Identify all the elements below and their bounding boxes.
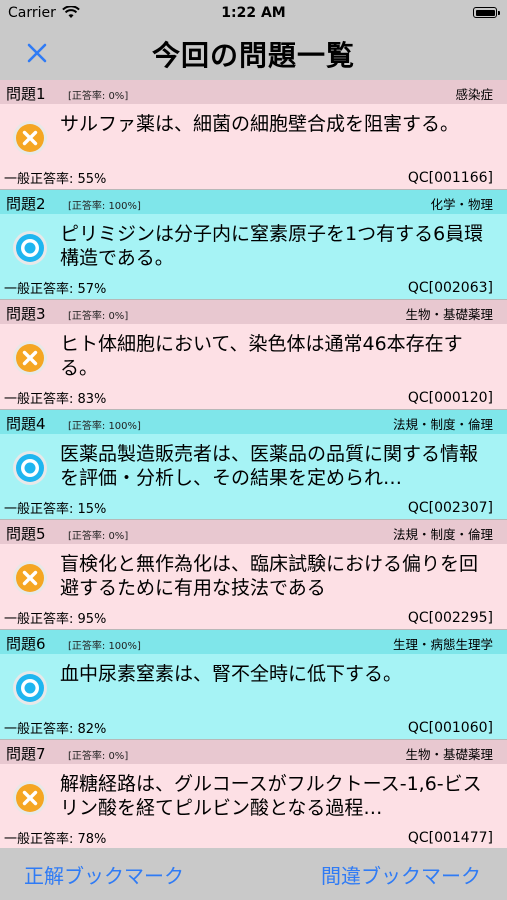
question-text: ヒト体細胞において、染色体は通常46本存在する。 — [60, 333, 463, 379]
question-category: 法規・制度・倫理 — [392, 417, 493, 432]
my-correct-rate: [正答率: 0%] — [68, 91, 129, 102]
my-correct-rate: [正答率: 0%] — [68, 531, 129, 542]
cross-circle-icon — [12, 560, 48, 596]
question-header: 問題5 [正答率: 0%] 法規・制度・倫理 — [0, 520, 507, 544]
cross-circle-icon — [12, 340, 48, 376]
question-header: 問題2 [正答率: 100%] 化学・物理 — [0, 190, 507, 214]
question-category: 化学・物理 — [430, 197, 493, 212]
question-number: 問題1 — [6, 85, 46, 103]
question-text: 血中尿素窒素は、腎不全時に低下する。 — [60, 663, 403, 685]
ring-circle-icon — [12, 230, 48, 266]
question-row[interactable]: 問題2 [正答率: 100%] 化学・物理ピリミジンは分子内に窒素原子を1つ有する6… — [0, 190, 507, 300]
cross-circle-icon — [12, 780, 48, 816]
question-text: 医薬品製造販売者は、医薬品の品質に関する情報を評価・分析し、その結果を定められ… — [60, 443, 479, 489]
my-correct-rate: [正答率: 0%] — [68, 751, 129, 762]
question-code: QC[001477] — [407, 830, 493, 846]
question-code: QC[002307] — [407, 500, 493, 516]
general-correct-rate: 一般正答率: 55% — [4, 172, 107, 187]
question-code: QC[002295] — [407, 610, 493, 626]
cross-circle-icon — [12, 120, 48, 156]
question-code: QC[000120] — [407, 390, 493, 406]
question-row[interactable]: 問題4 [正答率: 100%] 法規・制度・倫理医薬品製造販売者は、医薬品の品質に関… — [0, 410, 507, 520]
general-correct-rate: 一般正答率: 82% — [4, 722, 107, 737]
general-correct-rate: 一般正答率: 57% — [4, 282, 107, 297]
clock: 1:22 AM — [221, 5, 286, 21]
question-number: 問題5 — [6, 525, 46, 543]
status-bar: Carrier 1:22 AM — [0, 0, 507, 26]
my-correct-rate: [正答率: 0%] — [68, 311, 129, 322]
ring-circle-icon — [12, 450, 48, 486]
question-header: 問題1 [正答率: 0%] 感染症 — [0, 80, 507, 104]
general-correct-rate: 一般正答率: 83% — [4, 392, 107, 407]
question-code: QC[002063] — [407, 280, 493, 296]
question-header: 問題4 [正答率: 100%] 法規・制度・倫理 — [0, 410, 507, 434]
question-text: サルファ薬は、細菌の細胞壁合成を阻害する。 — [60, 113, 460, 135]
question-text: 盲検化と無作為化は、臨床試験における偏りを回避するために有用な技法である — [60, 553, 479, 599]
question-code: QC[001166] — [407, 170, 493, 186]
question-row[interactable]: 問題3 [正答率: 0%] 生物・基礎薬理ヒト体細胞において、染色体は通常46本存在… — [0, 300, 507, 410]
correct-bookmark-button[interactable]: 正解ブックマーク — [24, 860, 184, 889]
bottom-toolbar: 正解ブックマーク 間違ブックマーク — [0, 848, 507, 900]
question-code: QC[001060] — [407, 720, 493, 736]
question-header: 問題7 [正答率: 0%] 生物・基礎薬理 — [0, 740, 507, 764]
general-correct-rate: 一般正答率: 78% — [4, 832, 107, 847]
question-number: 問題4 — [6, 415, 46, 433]
my-correct-rate: [正答率: 100%] — [68, 201, 141, 212]
question-number: 問題7 — [6, 745, 46, 763]
question-text: 解糖経路は、グルコースがフルクトース-1,6-ビスリン酸を経てピルビン酸となる過… — [60, 773, 482, 819]
nav-bar: 今回の問題一覧 — [0, 26, 507, 80]
general-correct-rate: 一般正答率: 95% — [4, 612, 107, 627]
question-list[interactable]: 問題1 [正答率: 0%] 感染症サルファ薬は、細菌の細胞壁合成を阻害する。一般正答… — [0, 80, 507, 848]
general-correct-rate: 一般正答率: 15% — [4, 502, 107, 517]
question-row[interactable]: 問題1 [正答率: 0%] 感染症サルファ薬は、細菌の細胞壁合成を阻害する。一般正答… — [0, 80, 507, 190]
question-row[interactable]: 問題7 [正答率: 0%] 生物・基礎薬理解糖経路は、グルコースがフルクトース-1,… — [0, 740, 507, 848]
question-number: 問題3 — [6, 305, 46, 323]
my-correct-rate: [正答率: 100%] — [68, 641, 141, 652]
question-category: 生物・基礎薬理 — [405, 747, 493, 762]
question-category: 感染症 — [455, 87, 493, 102]
question-header: 問題3 [正答率: 0%] 生物・基礎薬理 — [0, 300, 507, 324]
question-number: 問題6 — [6, 635, 46, 653]
question-header: 問題6 [正答率: 100%] 生理・病態生理学 — [0, 630, 507, 654]
my-correct-rate: [正答率: 100%] — [68, 421, 141, 432]
ring-circle-icon — [12, 670, 48, 706]
battery-icon — [473, 7, 500, 18]
question-category: 法規・制度・倫理 — [392, 527, 493, 542]
question-text: ピリミジンは分子内に窒素原子を1つ有する6員環構造である。 — [60, 223, 484, 269]
question-number: 問題2 — [6, 195, 46, 213]
wrong-bookmark-button[interactable]: 間違ブックマーク — [321, 860, 481, 889]
question-category: 生物・基礎薬理 — [405, 307, 493, 322]
question-row[interactable]: 問題5 [正答率: 0%] 法規・制度・倫理盲検化と無作為化は、臨床試験における偏り… — [0, 520, 507, 630]
question-category: 生理・病態生理学 — [392, 637, 493, 652]
page-title: 今回の問題一覧 — [151, 39, 355, 72]
question-row[interactable]: 問題6 [正答率: 100%] 生理・病態生理学血中尿素窒素は、腎不全時に低下する。… — [0, 630, 507, 740]
